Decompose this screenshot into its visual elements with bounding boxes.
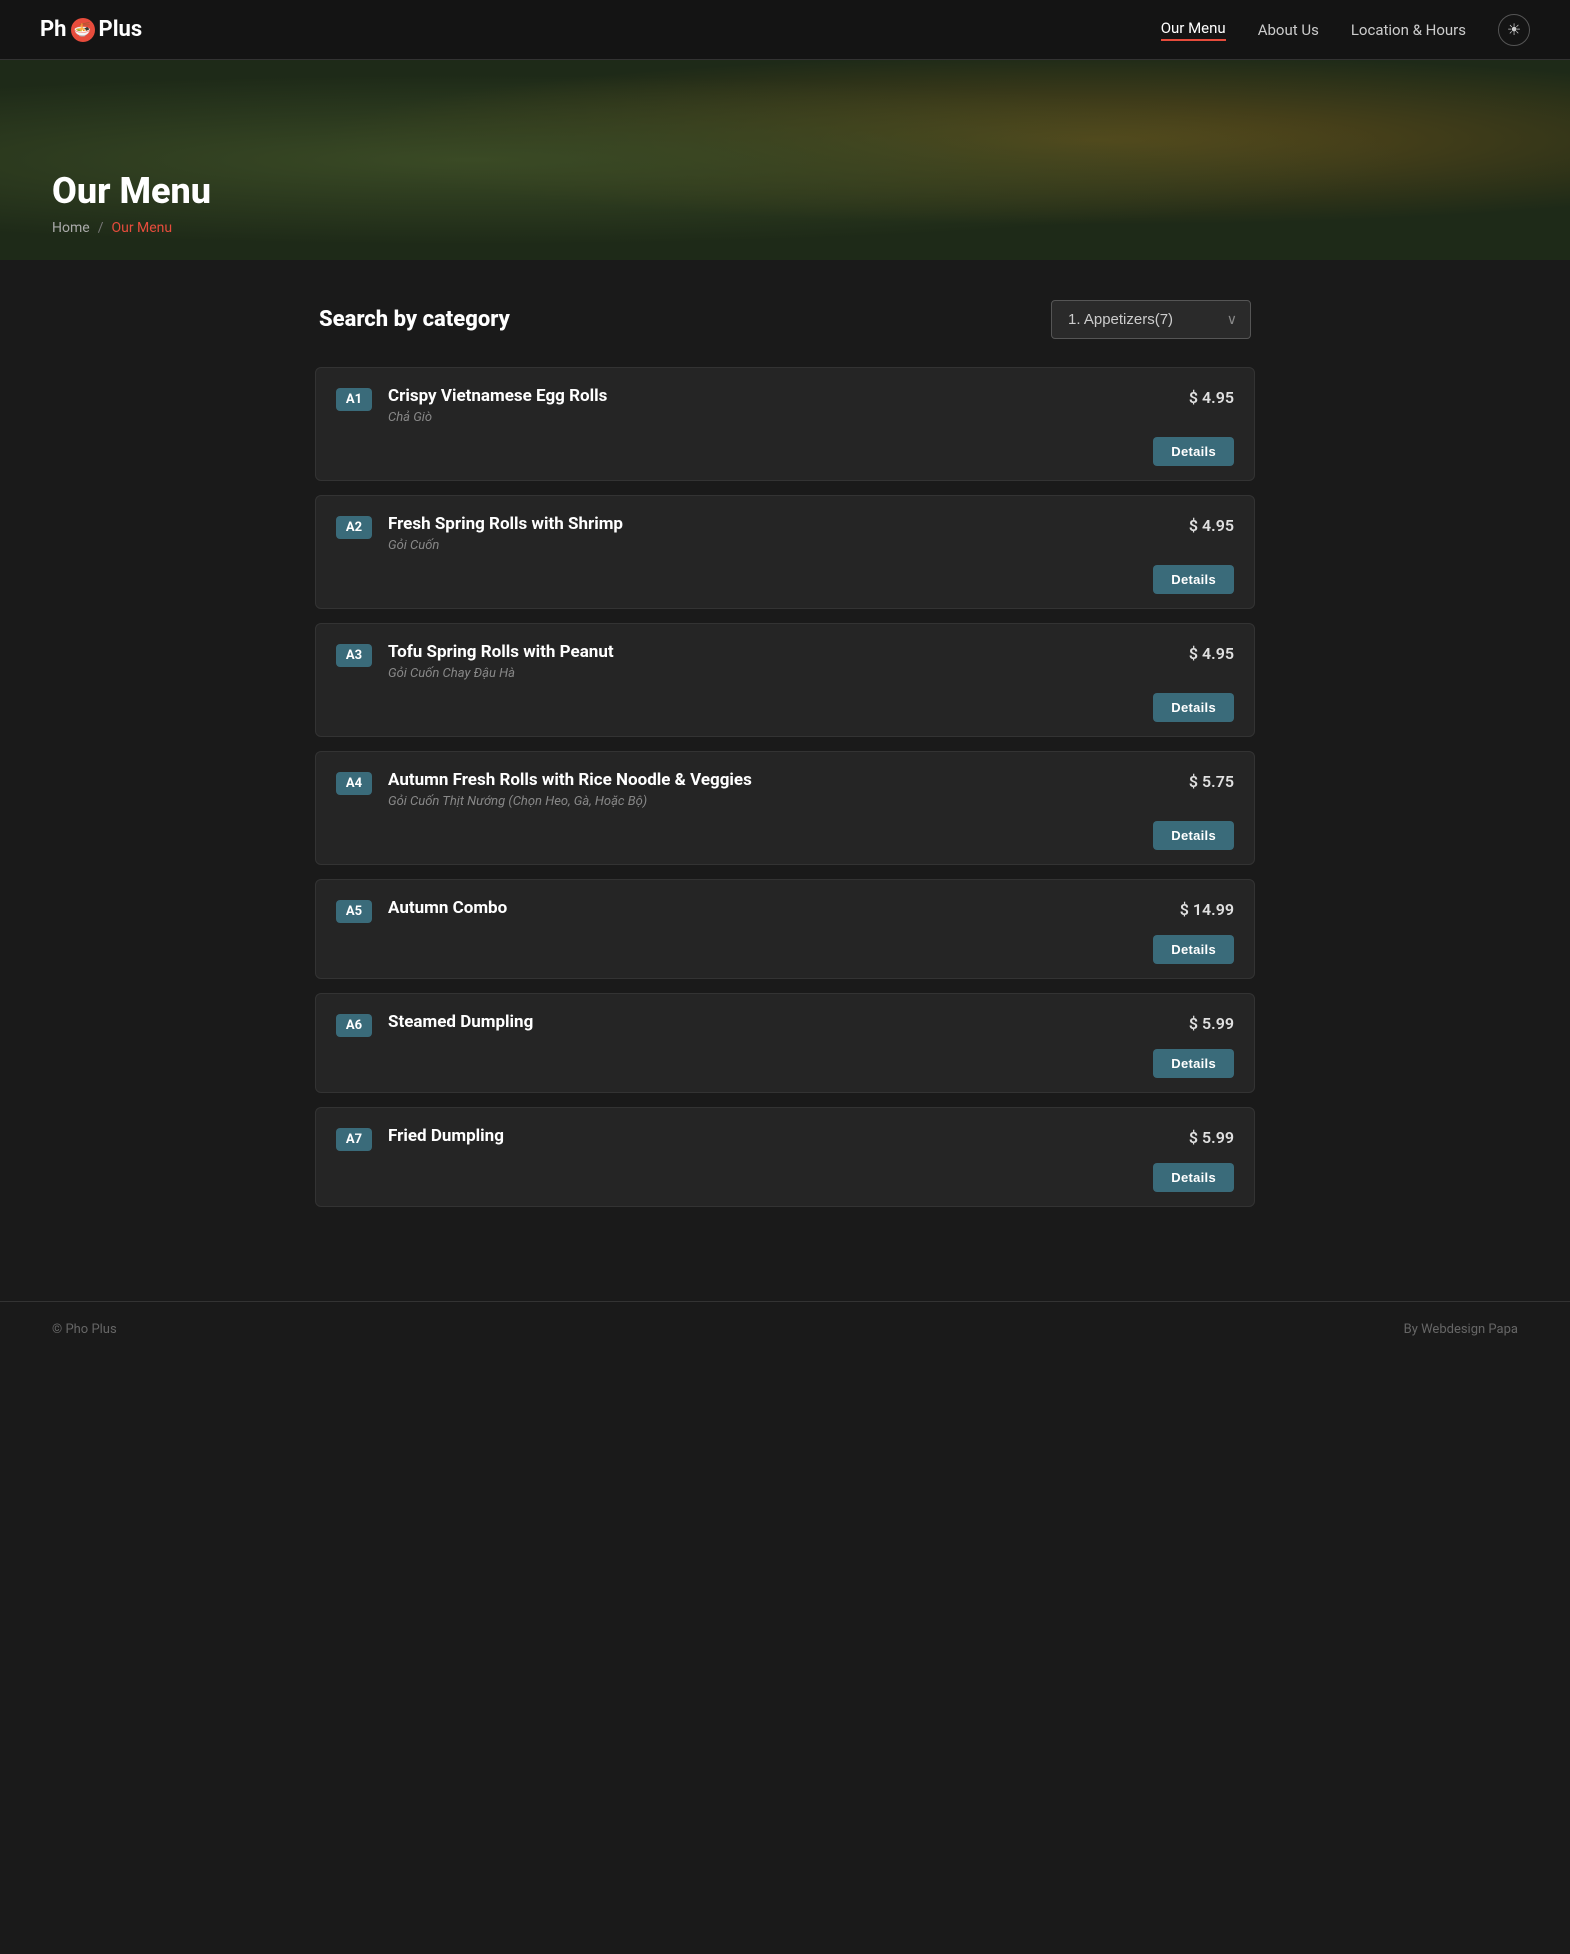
menu-item-top: A3 Tofu Spring Rolls with Peanut Gỏi Cuố…: [336, 642, 1234, 681]
menu-items-list: A1 Crispy Vietnamese Egg Rolls Chả Giò $…: [315, 367, 1255, 1207]
main-content: Search by category 1. Appetizers(7) 2. S…: [315, 260, 1255, 1301]
item-name: Autumn Combo: [388, 898, 1164, 918]
item-name: Steamed Dumpling: [388, 1012, 1173, 1032]
item-info: Autumn Fresh Rolls with Rice Noodle & Ve…: [388, 770, 1173, 809]
logo-text-pho: Ph: [40, 17, 67, 42]
category-search-section: Search by category 1. Appetizers(7) 2. S…: [315, 300, 1255, 339]
item-price: $ 4.95: [1189, 644, 1234, 663]
category-search-title: Search by category: [319, 307, 510, 332]
item-subtitle: Gỏi Cuốn Chay Đậu Hà: [388, 666, 1173, 681]
menu-item-top: A7 Fried Dumpling $ 5.99: [336, 1126, 1234, 1151]
menu-item: A1 Crispy Vietnamese Egg Rolls Chả Giò $…: [315, 367, 1255, 481]
item-price: $ 14.99: [1180, 900, 1234, 919]
item-badge: A2: [336, 516, 372, 539]
details-button[interactable]: Details: [1153, 565, 1234, 594]
menu-item: A6 Steamed Dumpling $ 5.99 Details: [315, 993, 1255, 1093]
menu-item-bottom: Details: [336, 565, 1234, 594]
details-button[interactable]: Details: [1153, 1049, 1234, 1078]
nav-our-menu[interactable]: Our Menu: [1161, 19, 1226, 41]
menu-item-top: A2 Fresh Spring Rolls with Shrimp Gỏi Cu…: [336, 514, 1234, 553]
item-info: Fried Dumpling: [388, 1126, 1173, 1150]
menu-item-bottom: Details: [336, 693, 1234, 722]
item-name: Tofu Spring Rolls with Peanut: [388, 642, 1173, 662]
item-info: Tofu Spring Rolls with Peanut Gỏi Cuốn C…: [388, 642, 1173, 681]
item-info: Crispy Vietnamese Egg Rolls Chả Giò: [388, 386, 1173, 425]
sun-icon: ☀: [1507, 20, 1521, 40]
item-name: Fresh Spring Rolls with Shrimp: [388, 514, 1173, 534]
menu-item: A5 Autumn Combo $ 14.99 Details: [315, 879, 1255, 979]
item-info: Autumn Combo: [388, 898, 1164, 922]
item-badge: A7: [336, 1128, 372, 1151]
item-subtitle: Chả Giò: [388, 410, 1173, 425]
category-select-wrapper[interactable]: 1. Appetizers(7) 2. Soups 3. Main Dishes…: [1051, 300, 1251, 339]
item-info: Steamed Dumpling: [388, 1012, 1173, 1036]
item-price: $ 4.95: [1189, 388, 1234, 407]
menu-item-top: A1 Crispy Vietnamese Egg Rolls Chả Giò $…: [336, 386, 1234, 425]
nav-location-hours[interactable]: Location & Hours: [1351, 21, 1466, 39]
menu-item-top: A6 Steamed Dumpling $ 5.99: [336, 1012, 1234, 1037]
menu-item-bottom: Details: [336, 821, 1234, 850]
footer-credit: By Webdesign Papa: [1404, 1322, 1518, 1337]
item-price: $ 5.99: [1189, 1128, 1234, 1147]
details-button[interactable]: Details: [1153, 693, 1234, 722]
site-header: Ph 🍜 Plus Our Menu About Us Location & H…: [0, 0, 1570, 60]
menu-item-bottom: Details: [336, 935, 1234, 964]
details-button[interactable]: Details: [1153, 437, 1234, 466]
breadcrumb-current: Our Menu: [111, 220, 172, 236]
menu-item-top: A4 Autumn Fresh Rolls with Rice Noodle &…: [336, 770, 1234, 809]
nav-about-us[interactable]: About Us: [1258, 21, 1319, 39]
item-price: $ 5.99: [1189, 1014, 1234, 1033]
footer-copyright: © Pho Plus: [52, 1322, 117, 1337]
item-price: $ 5.75: [1189, 772, 1234, 791]
details-button[interactable]: Details: [1153, 935, 1234, 964]
menu-item-bottom: Details: [336, 1163, 1234, 1192]
main-nav: Our Menu About Us Location & Hours ☀: [1161, 14, 1530, 46]
item-info: Fresh Spring Rolls with Shrimp Gỏi Cuốn: [388, 514, 1173, 553]
site-footer: © Pho Plus By Webdesign Papa: [0, 1301, 1570, 1357]
logo-icon: 🍜: [71, 18, 95, 42]
breadcrumb: Home / Our Menu: [52, 220, 1518, 236]
logo-text-plus: Plus: [99, 17, 143, 42]
item-price: $ 4.95: [1189, 516, 1234, 535]
item-name: Fried Dumpling: [388, 1126, 1173, 1146]
hero-section: Our Menu Home / Our Menu: [0, 60, 1570, 260]
menu-item-bottom: Details: [336, 1049, 1234, 1078]
menu-item: A7 Fried Dumpling $ 5.99 Details: [315, 1107, 1255, 1207]
menu-item: A4 Autumn Fresh Rolls with Rice Noodle &…: [315, 751, 1255, 865]
menu-item-top: A5 Autumn Combo $ 14.99: [336, 898, 1234, 923]
menu-item: A3 Tofu Spring Rolls with Peanut Gỏi Cuố…: [315, 623, 1255, 737]
item-badge: A3: [336, 644, 372, 667]
item-badge: A6: [336, 1014, 372, 1037]
item-badge: A5: [336, 900, 372, 923]
item-name: Autumn Fresh Rolls with Rice Noodle & Ve…: [388, 770, 1173, 790]
details-button[interactable]: Details: [1153, 821, 1234, 850]
details-button[interactable]: Details: [1153, 1163, 1234, 1192]
item-subtitle: Gỏi Cuốn Thịt Nướng (Chọn Heo, Gà, Hoặc …: [388, 794, 1173, 809]
menu-item-bottom: Details: [336, 437, 1234, 466]
item-name: Crispy Vietnamese Egg Rolls: [388, 386, 1173, 406]
page-title: Our Menu: [52, 170, 1518, 212]
item-subtitle: Gỏi Cuốn: [388, 538, 1173, 553]
item-badge: A1: [336, 388, 372, 411]
item-badge: A4: [336, 772, 372, 795]
category-dropdown[interactable]: 1. Appetizers(7) 2. Soups 3. Main Dishes…: [1051, 300, 1251, 339]
theme-toggle-button[interactable]: ☀: [1498, 14, 1530, 46]
logo[interactable]: Ph 🍜 Plus: [40, 17, 142, 42]
breadcrumb-home[interactable]: Home: [52, 220, 90, 236]
menu-item: A2 Fresh Spring Rolls with Shrimp Gỏi Cu…: [315, 495, 1255, 609]
breadcrumb-separator: /: [98, 220, 104, 236]
